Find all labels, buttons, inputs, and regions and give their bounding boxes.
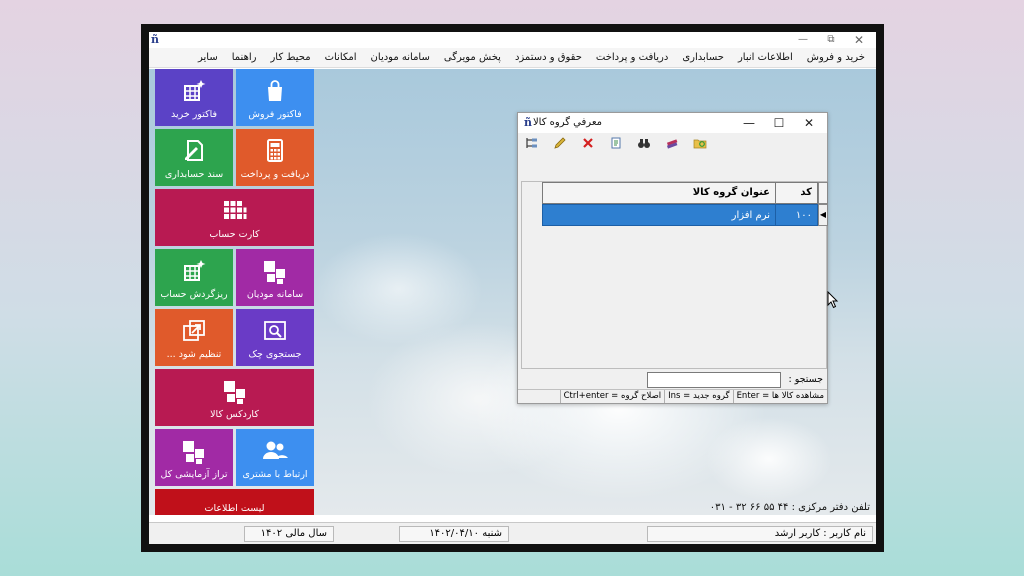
tile-taxpayer-system[interactable]: سامانه مودیان: [236, 249, 314, 306]
document-pen-icon: [185, 140, 203, 161]
main-menu-bar: خرید و فروش اطلاعات انبار حسابداری دریاف…: [149, 48, 876, 68]
menu-item-sales[interactable]: خرید و فروش: [800, 52, 872, 63]
tile-account-card[interactable]: کارت حساب: [155, 189, 314, 246]
app-status-bar: نام کاربر : کاربر ارشد شنبه ۱۴۰۲/۰۴/۱۰ س…: [149, 522, 876, 544]
users-icon: [263, 441, 288, 459]
dialog-toolbar: [518, 133, 827, 153]
window-arrow-icon: [183, 320, 205, 341]
menu-item-tools[interactable]: امکانات: [318, 52, 364, 63]
tile-customer-relations[interactable]: ارتباط با مشتری: [236, 429, 314, 486]
column-header-group-code[interactable]: کد گروه: [775, 182, 818, 218]
cell-group-title[interactable]: نرم افزار: [542, 204, 776, 226]
tile-account-turnover[interactable]: ریزگردش حساب: [155, 249, 233, 306]
dialog-close-icon[interactable]: ✕: [795, 114, 823, 132]
cube-sparkle-icon: [184, 260, 206, 281]
menu-item-inventory[interactable]: اطلاعات انبار: [731, 52, 800, 63]
tile-sales-invoice[interactable]: فاکتور فروش: [236, 69, 314, 126]
mouse-cursor-icon: [827, 291, 839, 309]
menu-item-distribution[interactable]: پخش مویرگی: [437, 52, 508, 63]
tile-label: سامانه مودیان: [246, 289, 304, 300]
minimize-icon[interactable]: —: [788, 32, 818, 48]
goods-group-dialog: ñ معرفي گروه كالا — ☐ ✕ کد گروه: [517, 112, 828, 404]
goods-group-table[interactable]: کد گروه عنوان گروه کالا ۱۰۰ نرم افزار ◀: [521, 181, 828, 369]
tile-info-list[interactable]: لیست اطلاعات: [155, 489, 314, 515]
print-icon[interactable]: [608, 135, 624, 151]
dialog-title: معرفي گروه كالا: [532, 117, 602, 128]
cube-sparkle-icon: [184, 80, 206, 101]
tile-purchase-invoice[interactable]: فاکتور خرید: [155, 69, 233, 126]
menu-item-workspace[interactable]: محیط کار: [263, 52, 317, 63]
office-phone: تلفن دفتر مرکزی : ۴۴ ۵۵ ۶۶ ۳۲ - ۰۳۱: [709, 502, 870, 513]
tile-label: جستجوی چک: [248, 349, 302, 360]
menu-item-help[interactable]: راهنما: [225, 52, 264, 63]
menu-item-accounting[interactable]: حسابداری: [675, 52, 731, 63]
tile-accounting-voucher[interactable]: سند حسابداری: [155, 129, 233, 186]
tile-receive-pay[interactable]: دریافت و پرداخت: [236, 129, 314, 186]
tile-panel: فاکتور خرید فاکتور فروش سند حسابداری دری…: [155, 69, 315, 515]
search-window-icon: [264, 321, 286, 340]
tile-label: کارت حساب: [209, 229, 260, 240]
folder-refresh-icon[interactable]: [692, 135, 708, 151]
hint-view-goods: مشاهده کالا ها = Enter: [732, 390, 827, 403]
app-title-bar: ñ — ⧉ ✕: [149, 32, 876, 48]
tile-goods-kardex[interactable]: کاردکس کالا: [155, 369, 314, 426]
status-date: شنبه ۱۴۰۲/۰۴/۱۰: [399, 526, 509, 542]
tile-label: لیست اطلاعات: [204, 503, 265, 514]
hint-edit-group: اصلاح گروه = Ctrl+enter: [559, 390, 665, 403]
close-icon[interactable]: ✕: [844, 32, 874, 48]
search-input[interactable]: [647, 372, 781, 388]
tile-label: دریافت و پرداخت: [240, 169, 310, 180]
tile-check-search[interactable]: جستجوی چک: [236, 309, 314, 366]
tile-label: سند حسابداری: [164, 169, 224, 180]
search-row: جستجو :: [518, 371, 827, 389]
dialog-maximize-icon[interactable]: ☐: [765, 114, 793, 132]
column-header-group-title[interactable]: عنوان گروه کالا: [542, 182, 776, 204]
pencil-icon[interactable]: [552, 135, 568, 151]
menu-item-payroll[interactable]: حقوق و دستمزد: [508, 52, 589, 63]
dialog-title-bar: ñ معرفي گروه كالا — ☐ ✕: [518, 113, 827, 133]
app-window-frame: ñ — ⧉ ✕ خرید و فروش اطلاعات انبار حسابدا…: [141, 24, 884, 552]
squares-icon: [183, 441, 204, 464]
desktop-background: فاکتور خرید فاکتور فروش سند حسابداری دری…: [149, 69, 876, 515]
menu-item-other[interactable]: سایر: [191, 52, 225, 63]
calculator-icon: [267, 139, 283, 162]
tile-label: فاکتور خرید: [170, 109, 218, 120]
squares-icon: [264, 261, 285, 284]
accounting-app: ñ — ⧉ ✕ خرید و فروش اطلاعات انبار حسابدا…: [149, 32, 876, 544]
tree-icon[interactable]: [524, 135, 540, 151]
tile-label: ارتباط با مشتری: [242, 469, 308, 480]
grid-icon: [223, 201, 246, 219]
status-user: نام کاربر : کاربر ارشد: [647, 526, 873, 542]
status-fiscal-year: سال مالی ۱۴۰۲: [244, 526, 334, 542]
cell-group-code[interactable]: ۱۰۰: [775, 204, 818, 226]
dialog-hints-bar: مشاهده کالا ها = Enter گروه جدید = Ins ا…: [518, 389, 827, 403]
tile-label: تنظیم شود ...: [166, 349, 222, 360]
menu-item-payments[interactable]: دریافت و پرداخت: [589, 52, 675, 63]
squares-icon: [223, 381, 245, 404]
tile-trial-balance[interactable]: تراز آزمایشی کل: [155, 429, 233, 486]
row-selector-header: [818, 182, 828, 204]
books-icon[interactable]: [664, 135, 680, 151]
menu-item-taxpayers[interactable]: سامانه مودیان: [364, 52, 437, 63]
tile-label: تراز آزمایشی کل: [160, 469, 228, 480]
search-label: جستجو :: [788, 374, 823, 385]
binoculars-icon[interactable]: [636, 135, 652, 151]
row-pointer-icon[interactable]: ◀: [818, 204, 828, 226]
tile-configure[interactable]: تنظیم شود ...: [155, 309, 233, 366]
hint-new-group: گروه جدید = Ins: [664, 390, 732, 403]
shopping-bag-icon: [268, 80, 282, 101]
app-logo-icon: ñ: [524, 116, 532, 129]
tile-label: ریزگردش حساب: [160, 289, 228, 300]
dialog-minimize-icon[interactable]: —: [735, 114, 763, 132]
restore-icon[interactable]: ⧉: [816, 32, 846, 48]
app-logo-icon: ñ: [151, 33, 159, 46]
tile-label: کاردکس کالا: [210, 409, 259, 420]
tile-label: فاکتور فروش: [248, 109, 302, 120]
delete-x-icon[interactable]: [580, 135, 596, 151]
